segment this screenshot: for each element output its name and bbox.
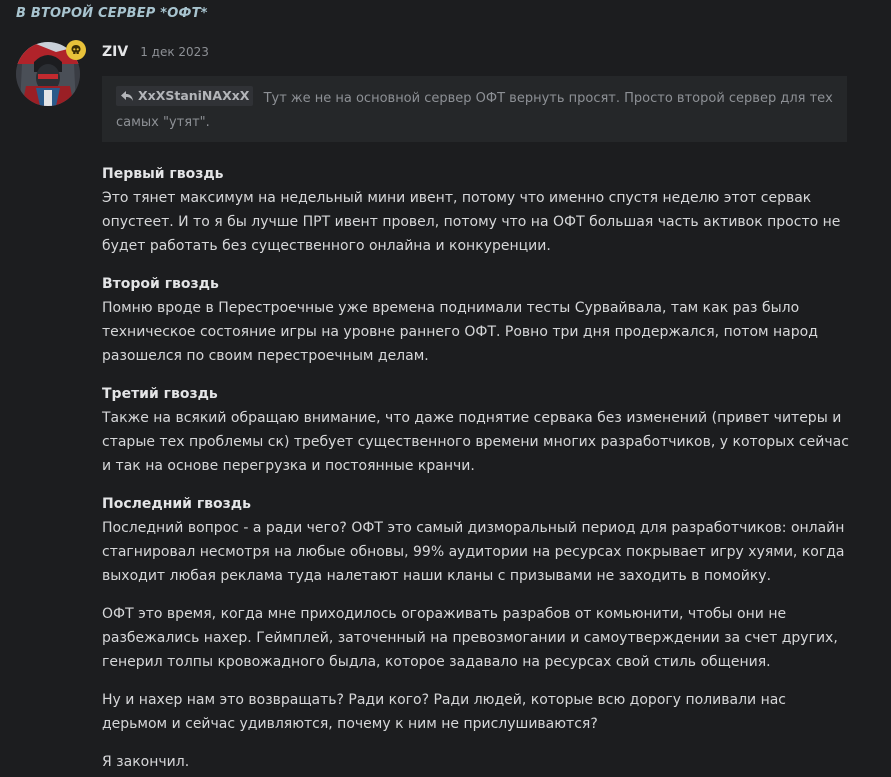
section-2: Второй гвоздь Помню вроде в Перестроечны… — [102, 272, 852, 368]
avatar-container[interactable] — [16, 40, 86, 106]
username[interactable]: ZIV — [102, 44, 128, 60]
section-heading: Последний гвоздь — [102, 496, 251, 512]
section-text: Также на всякий обращаю внимание, что да… — [102, 410, 849, 474]
topic-title[interactable]: В ВТОРОЙ СЕРВЕР *ОФТ* — [16, 6, 208, 21]
quote-author-name: XxXStaniNAXxX — [138, 88, 250, 103]
section-text: Последний вопрос - а ради чего? ОФТ это … — [102, 520, 845, 584]
reply-arrow-icon — [121, 91, 133, 101]
section-3: Третий гвоздь Также на всякий обращаю вн… — [102, 382, 852, 478]
section-4: Последний гвоздь Последний вопрос - а ра… — [102, 492, 852, 588]
paragraph: Я закончил. — [102, 754, 190, 770]
section-text: Это тянет максимум на недельный мини иве… — [102, 190, 841, 254]
section-1: Первый гвоздь Это тянет максимум на неде… — [102, 162, 852, 258]
skull-flair[interactable] — [66, 40, 86, 60]
paragraph: Ну и нахер нам это возвращать? Ради кого… — [102, 692, 786, 732]
post-date[interactable]: 1 дек 2023 — [140, 45, 209, 59]
paragraph: ОФТ это время, когда мне приходилось ого… — [102, 606, 838, 670]
section-heading: Второй гвоздь — [102, 276, 219, 292]
post-body: Первый гвоздь Это тянет максимум на неде… — [102, 162, 852, 777]
section-heading: Первый гвоздь — [102, 166, 224, 182]
post-meta: ZIV 1 дек 2023 — [102, 44, 209, 60]
quote-author-link[interactable]: XxXStaniNAXxX — [116, 86, 254, 106]
section-text: Помню вроде в Перестроечные уже времена … — [102, 300, 818, 364]
skull-icon — [71, 45, 81, 54]
section-heading: Третий гвоздь — [102, 386, 218, 402]
quote-block: XxXStaniNAXxX Тут же не на основной серв… — [102, 76, 847, 142]
